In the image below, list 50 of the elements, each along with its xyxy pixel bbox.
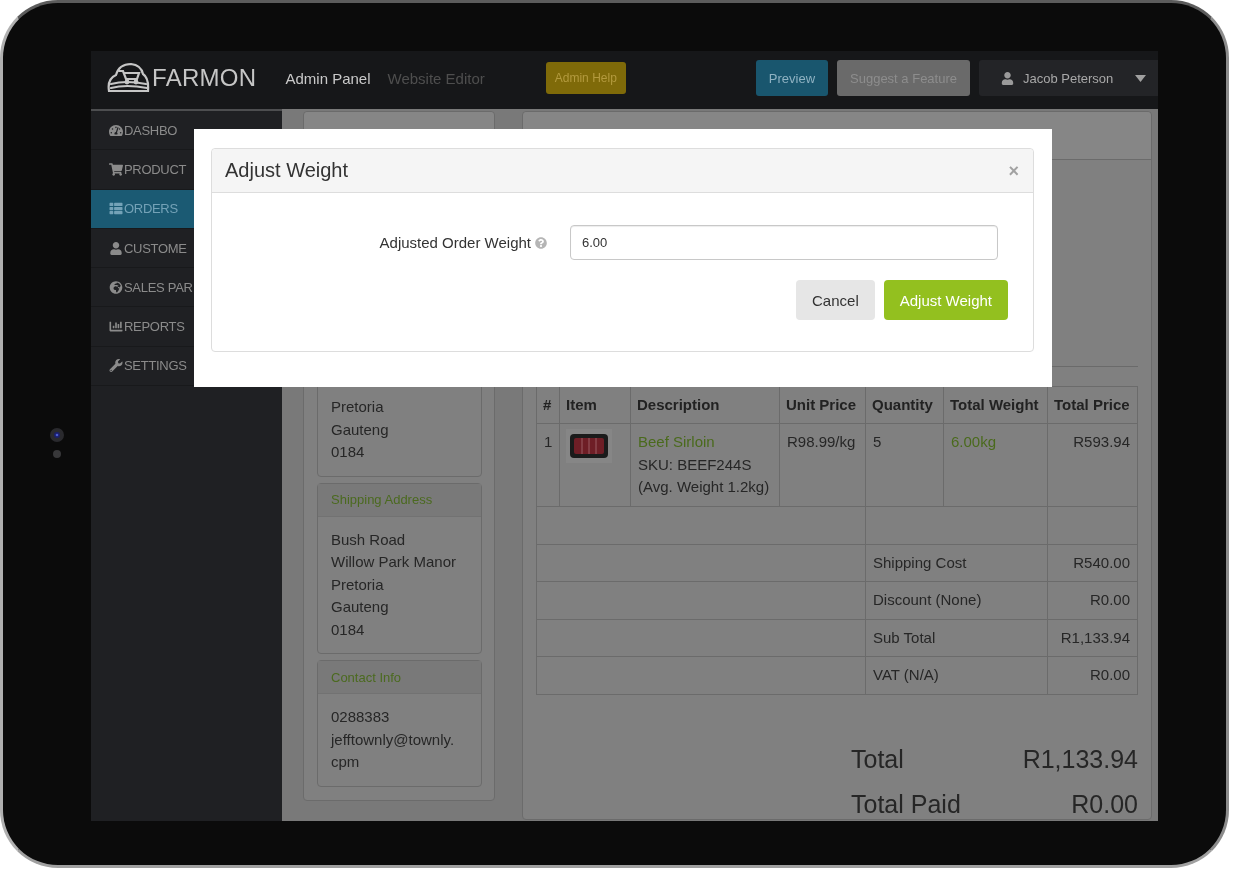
total-value: R1,133.94	[1021, 743, 1138, 774]
info-line: Bush Road	[331, 529, 407, 550]
camera-icon	[49, 427, 65, 459]
user-icon	[1001, 71, 1014, 85]
summary-value: R0.00	[1047, 581, 1138, 619]
cancel-button[interactable]: Cancel	[796, 280, 875, 320]
field-label: Adjusted Order Weight	[379, 234, 531, 251]
info-line: 0184	[331, 619, 366, 640]
nav-button[interactable]: Preview	[755, 60, 829, 96]
bar-chart-icon	[109, 320, 123, 334]
meat-tray-icon	[566, 429, 612, 463]
wrench-icon	[109, 359, 123, 373]
info-line: Pretoria	[331, 574, 385, 595]
card-heading: Shipping Address	[318, 483, 481, 517]
brand-name: FARMON	[152, 64, 257, 92]
table-cell: R98.99/kg	[779, 423, 866, 506]
summary-value: R540.00	[1047, 544, 1138, 582]
summary-label: Shipping Cost	[865, 544, 1048, 582]
cart-icon	[109, 162, 123, 176]
summary-label: VAT (N/A)	[865, 656, 1048, 694]
nav-link[interactable]: Admin Panel	[285, 69, 371, 87]
summary-value: R0.00	[1047, 656, 1138, 694]
summary-label: Sub Total	[865, 619, 1048, 657]
summary-value: R1,133.94	[1047, 619, 1138, 657]
total-label: Total Paid	[851, 788, 962, 819]
info-line: 0184	[331, 442, 366, 462]
table-cell: R593.94	[1047, 423, 1138, 506]
info-line: jefftownly@townly.cpm	[331, 729, 456, 772]
help-icon	[535, 236, 547, 249]
total-value: R0.00	[1070, 788, 1138, 819]
globe-icon	[109, 280, 123, 294]
user-icon	[109, 241, 123, 255]
info-line: Gauteng	[331, 419, 390, 440]
gauge-icon	[109, 123, 123, 137]
table-cell: 1	[536, 423, 560, 506]
info-line: 0288383	[331, 707, 391, 727]
weight-note: (Avg. Weight 1.2kg)	[638, 477, 771, 497]
info-line: Gauteng	[331, 597, 390, 617]
list-icon	[109, 202, 123, 216]
caret-icon	[1135, 74, 1146, 82]
total-label: Total	[851, 743, 905, 774]
user-menu[interactable]: Jacob Peterson	[979, 60, 1158, 96]
column-header: Total Price	[1047, 386, 1138, 424]
sku-text: SKU: BEEF244S	[638, 454, 753, 475]
table-cell: 5	[865, 423, 944, 506]
summary-label: Discount (None)	[865, 581, 1048, 619]
info-line: Willow Park Manor	[331, 552, 458, 572]
info-line: Pretoria	[331, 397, 385, 417]
card-heading: Contact Info	[318, 661, 481, 694]
weight-input[interactable]: 6.00	[570, 225, 998, 260]
